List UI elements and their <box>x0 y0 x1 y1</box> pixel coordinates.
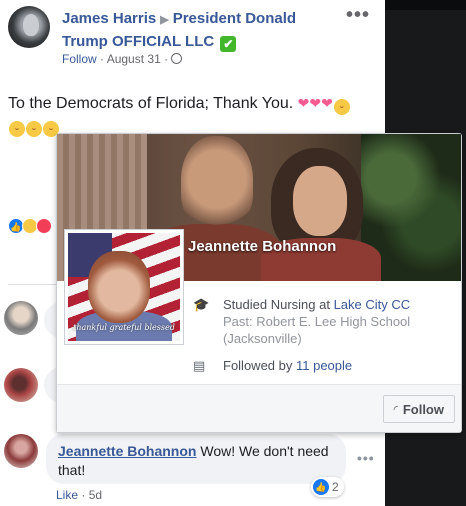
comment-like-button[interactable]: Like <box>56 488 78 502</box>
share-arrow-icon: ▶ <box>160 14 169 26</box>
avatar-face <box>23 14 39 36</box>
followers-link[interactable]: 11 people <box>296 358 352 373</box>
hover-card-footer: ◜ Follow <box>57 384 461 432</box>
comment-bubble: Jeannette Bohannon Wow! We don't need th… <box>46 434 346 484</box>
author-avatar[interactable] <box>8 6 50 48</box>
heart-emoji-icon: ❤ <box>309 96 322 112</box>
cover-person <box>293 166 347 236</box>
comment-author[interactable]: Jeannette Bohannon <box>58 443 196 459</box>
follow-link[interactable]: Follow <box>62 52 97 66</box>
author-name[interactable]: James Harris <box>62 10 156 27</box>
commenter-avatar[interactable] <box>4 301 38 335</box>
profile-caption: thankful grateful blessed <box>73 323 175 332</box>
comment-age[interactable]: 5d <box>89 488 102 502</box>
followers-text: Followed by 11 people <box>223 357 453 374</box>
comment-author-avatar[interactable] <box>4 434 38 468</box>
comment-meta: Like · 5d <box>56 488 102 502</box>
post-reactions[interactable]: 👍 <box>8 218 58 236</box>
dark-background-edge <box>385 0 466 10</box>
post-options-button[interactable]: ••• <box>346 4 370 27</box>
past-prefix: Past: <box>223 314 257 329</box>
follow-button[interactable]: ◜ Follow <box>382 395 455 423</box>
education-school-link[interactable]: Lake City CC <box>334 297 411 312</box>
education-prefix: Studied Nursing at <box>223 297 334 312</box>
like-reaction-icon: 👍 <box>313 479 329 495</box>
meta-separator: · <box>100 52 105 66</box>
verified-badge-icon: ✔ <box>220 36 237 52</box>
cover-person <box>181 136 253 232</box>
comment-reaction-count[interactable]: 👍 2 <box>311 477 344 497</box>
heart-emoji-icon: ❤ <box>297 96 310 112</box>
post-header: James Harris ▶ President Donald Trump OFFI… <box>62 8 332 52</box>
graduation-cap-icon: 🎓 <box>193 298 210 313</box>
laughing-emoji-icon: ᵕ <box>9 121 25 137</box>
globe-icon <box>171 53 183 64</box>
profile-person <box>88 251 150 323</box>
education-text: Studied Nursing at Lake City CC Past: Ro… <box>223 296 453 347</box>
post-date[interactable]: August 31 <box>107 52 161 66</box>
commenter-avatar[interactable] <box>4 368 38 402</box>
heart-emoji-icon: ❤ <box>321 96 333 112</box>
rss-icon: ◜ <box>393 402 398 416</box>
hover-card-profile-picture[interactable]: thankful grateful blessed <box>65 230 183 344</box>
followed-prefix: Followed by <box>223 358 296 373</box>
laughing-emoji-icon: ᵕ <box>26 121 42 137</box>
post-body: To the Democrats of Florida; Thank You. <box>8 95 294 112</box>
love-reaction-icon <box>36 218 52 234</box>
meta-separator: · <box>164 52 169 66</box>
comment-options-button[interactable]: ••• <box>357 450 375 466</box>
post-text: To the Democrats of Florida; Thank You. … <box>8 93 378 137</box>
follow-button-label: Follow <box>402 401 444 417</box>
hover-card-name[interactable]: Jeannette Bohannon <box>188 238 336 255</box>
laughing-emoji-icon: ᵕ <box>333 99 350 115</box>
profile-hover-card: Jeannette Bohannon thankful grateful ble… <box>56 133 462 433</box>
id-card-icon: ▤ <box>193 359 206 374</box>
reaction-count: 2 <box>332 480 339 494</box>
post-meta: Follow · August 31 · <box>62 52 183 66</box>
meta-separator: · <box>81 488 86 502</box>
